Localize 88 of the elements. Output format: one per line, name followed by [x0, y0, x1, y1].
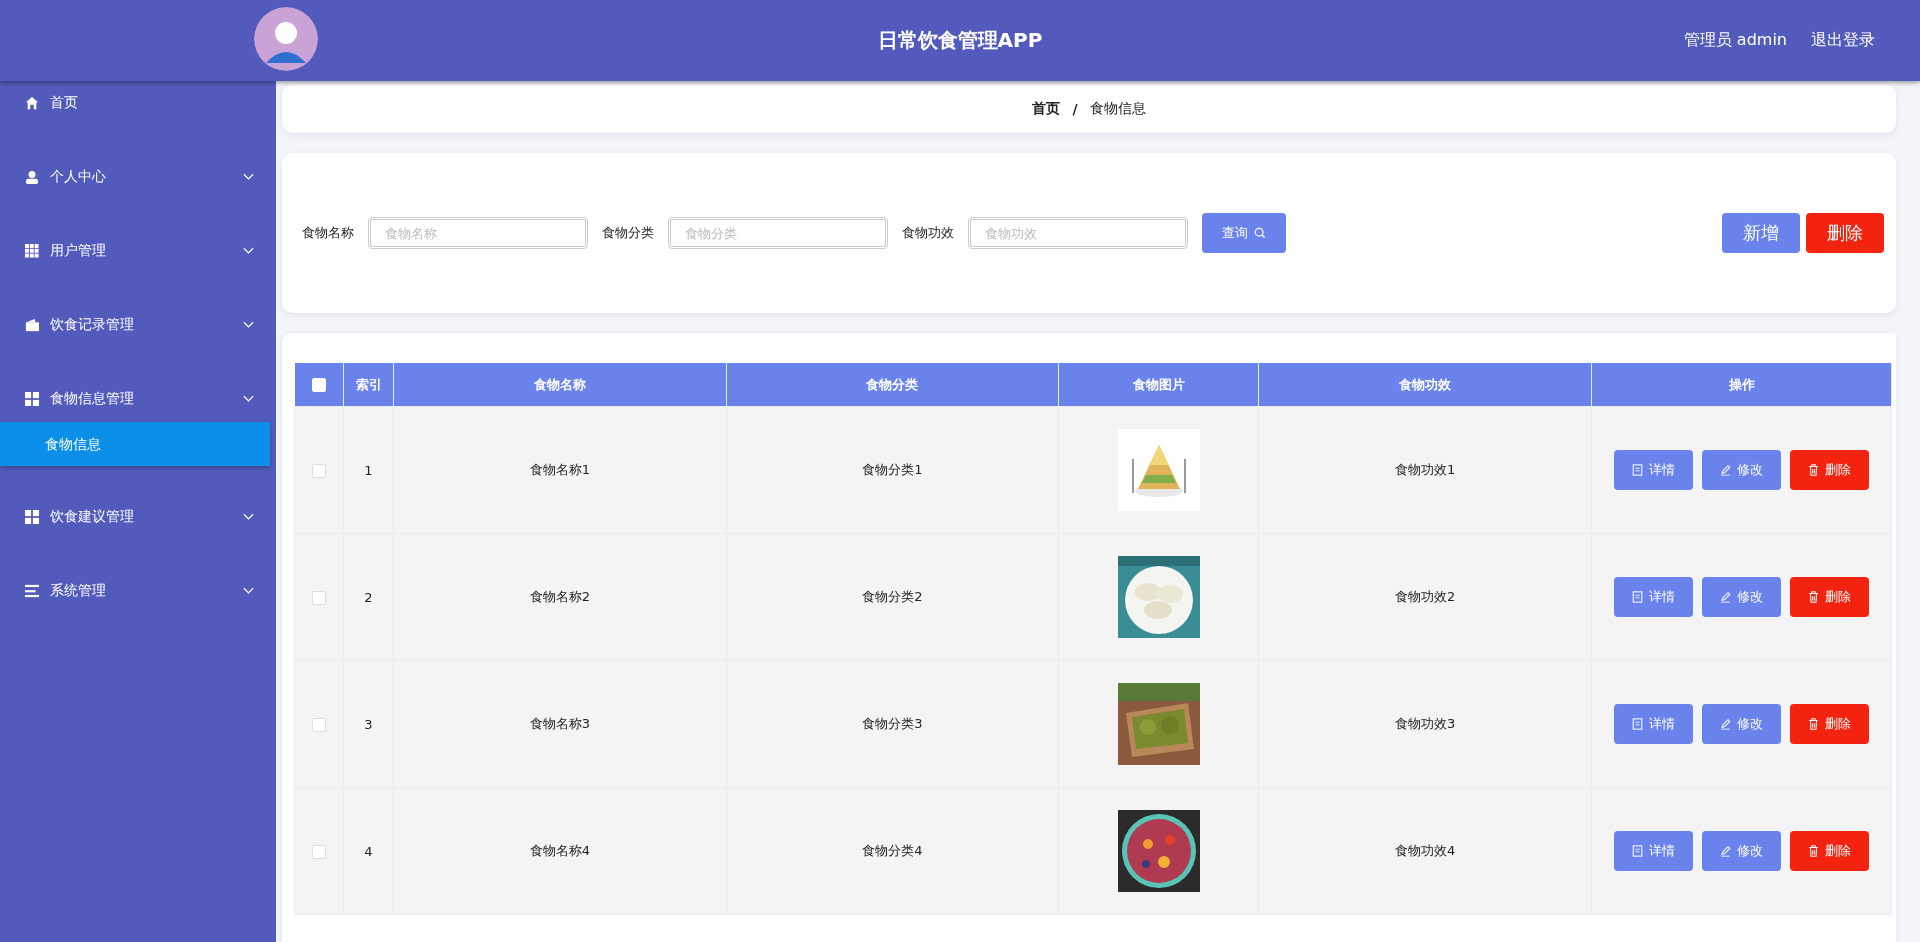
edit-button[interactable]: 修改 — [1702, 831, 1781, 871]
field-label: 食物名称 — [302, 224, 354, 242]
delete-button[interactable]: 删除 — [1790, 450, 1869, 490]
sidebar-item[interactable]: 系统管理 — [0, 554, 276, 628]
column-header: 食物图片 — [1058, 363, 1259, 407]
grid-icon — [25, 244, 39, 258]
table-cell: 食物名称3 — [393, 660, 727, 788]
pencil-icon — [1720, 718, 1731, 730]
add-button[interactable]: 新增 — [1722, 213, 1800, 253]
sidebar-item[interactable]: 饮食记录管理 — [0, 288, 276, 362]
column-header: 操作 — [1591, 363, 1892, 407]
row-checkbox[interactable] — [312, 463, 326, 478]
table-cell: 食物分类1 — [726, 406, 1059, 534]
detail-button[interactable]: 详情 — [1614, 831, 1693, 871]
pencil-icon — [1720, 591, 1731, 603]
column-header: 食物名称 — [393, 363, 727, 407]
document-icon — [1632, 718, 1643, 730]
sidebar-subitem[interactable]: 食物信息 — [0, 422, 270, 466]
app-title: 日常饮食管理APP — [877, 27, 1043, 54]
chevron-icon — [243, 513, 254, 521]
trash-icon — [1808, 464, 1819, 476]
column-header: 食物功效 — [1258, 363, 1592, 407]
apps-icon — [25, 392, 39, 406]
breadcrumb-separator: / — [1072, 101, 1078, 117]
document-icon — [1632, 845, 1643, 857]
chevron-icon — [243, 395, 254, 403]
table-cell: 食物功效1 — [1258, 406, 1592, 534]
row-checkbox[interactable] — [312, 590, 326, 605]
chevron-icon — [243, 173, 254, 181]
delete-button[interactable]: 删除 — [1790, 831, 1869, 871]
table-cell: 食物名称1 — [393, 406, 727, 534]
row-checkbox[interactable] — [312, 717, 326, 732]
trash-icon — [1808, 845, 1819, 857]
column-header: 索引 — [343, 363, 394, 407]
pencil-icon — [1720, 845, 1731, 857]
sidebar-item[interactable]: 首页 — [0, 81, 276, 125]
sidebar-item[interactable]: 用户管理 — [0, 214, 276, 288]
chevron-icon — [243, 587, 254, 595]
avatar-icon — [254, 6, 318, 71]
pencil-icon — [1720, 464, 1731, 476]
menu-icon — [25, 584, 39, 598]
row-checkbox[interactable] — [312, 844, 326, 859]
detail-button[interactable]: 详情 — [1614, 577, 1693, 617]
field-label: 食物分类 — [602, 224, 654, 242]
delete-button[interactable]: 删除 — [1806, 213, 1884, 253]
table-cell: 食物分类2 — [726, 533, 1059, 661]
delete-button[interactable]: 删除 — [1790, 704, 1869, 744]
document-icon — [1632, 591, 1643, 603]
table-cell: 食物名称2 — [393, 533, 727, 661]
delete-button[interactable]: 删除 — [1790, 577, 1869, 617]
breadcrumb-link[interactable]: 食物信息 — [1089, 100, 1146, 118]
table-cell: 食物功效2 — [1258, 533, 1592, 661]
user-icon — [25, 170, 39, 184]
apps-icon — [25, 510, 39, 524]
sidebar-item[interactable]: 饮食建议管理 — [0, 480, 276, 554]
query-button[interactable]: 查询 — [1202, 213, 1286, 253]
field-label: 食物功效 — [902, 224, 954, 242]
detail-button[interactable]: 详情 — [1614, 704, 1693, 744]
table-cell: 食物分类4 — [726, 787, 1059, 915]
table-cell: 1 — [343, 406, 394, 534]
edit-button[interactable]: 修改 — [1702, 450, 1781, 490]
trash-icon — [1808, 591, 1819, 603]
table-cell: 3 — [343, 660, 394, 788]
edit-button[interactable]: 修改 — [1702, 704, 1781, 744]
sidebar-item[interactable]: 个人中心 — [0, 140, 276, 214]
table-cell: 4 — [343, 787, 394, 915]
chevron-icon — [243, 247, 254, 255]
table-cell: 2 — [343, 533, 394, 661]
wallet-icon — [25, 318, 39, 332]
edit-button[interactable]: 修改 — [1702, 577, 1781, 617]
breadcrumb-link[interactable]: 首页 — [1032, 100, 1061, 118]
chevron-icon — [243, 321, 254, 329]
search-field[interactable]: 食物名称 — [368, 217, 588, 249]
table-cell: 食物功效3 — [1258, 660, 1592, 788]
table-cell: 食物分类3 — [726, 660, 1059, 788]
search-field[interactable]: 食物分类 — [668, 217, 888, 249]
search-icon — [1254, 227, 1266, 239]
user-label: 管理员 admin — [1683, 30, 1787, 51]
document-icon — [1632, 464, 1643, 476]
column-header: 食物分类 — [726, 363, 1059, 407]
search-field[interactable]: 食物功效 — [968, 217, 1188, 249]
detail-button[interactable]: 详情 — [1614, 450, 1693, 490]
home-icon — [25, 96, 39, 110]
select-all-checkbox[interactable] — [311, 378, 326, 393]
trash-icon — [1808, 718, 1819, 730]
table-cell: 食物名称4 — [393, 787, 727, 915]
table-cell: 食物功效4 — [1258, 787, 1592, 915]
logout-link[interactable]: 退出登录 — [1811, 30, 1875, 51]
